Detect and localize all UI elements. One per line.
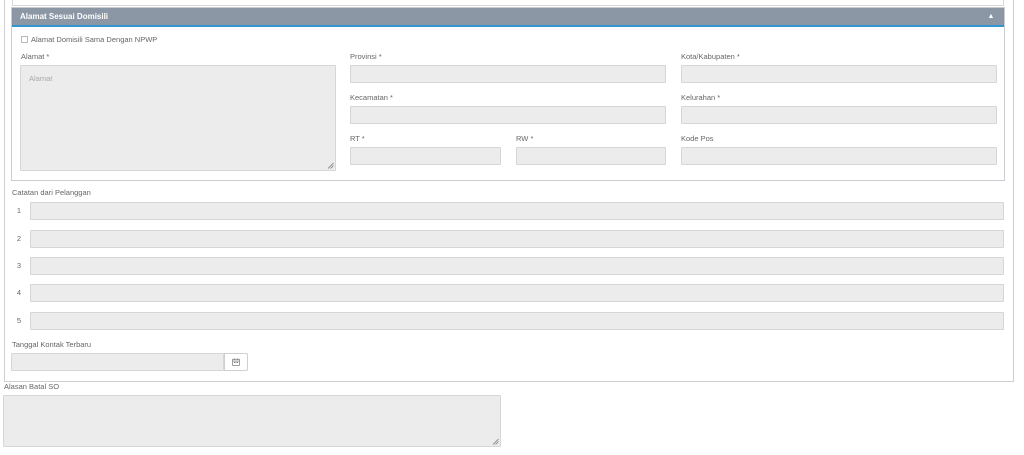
- province-select[interactable]: [350, 65, 666, 83]
- postal-code-input[interactable]: [681, 147, 997, 165]
- panel-header[interactable]: Alamat Sesuai Domisili ▲: [12, 8, 1004, 27]
- note-row-number: 2: [16, 234, 22, 243]
- last-contact-date-input[interactable]: [11, 353, 224, 371]
- district-select[interactable]: [350, 106, 666, 124]
- panel-title: Alamat Sesuai Domisili: [20, 12, 109, 21]
- customer-notes-label: Catatan dari Pelanggan: [12, 188, 91, 197]
- postal-code-label: Kode Pos: [681, 134, 714, 143]
- note-input-3[interactable]: [30, 257, 1004, 275]
- rw-label: RW *: [516, 134, 534, 143]
- city-label: Kota/Kabupaten *: [681, 52, 740, 61]
- district-label: Kecamatan *: [350, 93, 393, 102]
- rt-input[interactable]: [350, 147, 501, 165]
- note-row-number: 4: [16, 288, 22, 297]
- calendar-icon: [232, 358, 240, 366]
- same-as-npwp-label: Alamat Domisili Sama Dengan NPWP: [31, 35, 158, 44]
- subdistrict-label: Kelurahan *: [681, 93, 721, 102]
- subdistrict-select[interactable]: [681, 106, 997, 124]
- address-placeholder: Alamat: [29, 74, 53, 83]
- address-label: Alamat *: [21, 52, 50, 61]
- address-textarea[interactable]: Alamat: [20, 65, 336, 171]
- note-input-4[interactable]: [30, 284, 1004, 302]
- rt-label: RT *: [350, 134, 365, 143]
- note-input-5[interactable]: [30, 312, 1004, 330]
- previous-section-edge: [12, 0, 1004, 6]
- same-as-npwp-checkbox[interactable]: [21, 36, 28, 43]
- last-contact-label: Tanggal Kontak Terbaru: [12, 340, 92, 349]
- city-select[interactable]: [681, 65, 997, 83]
- note-row-number: 5: [16, 316, 22, 325]
- province-label: Provinsi *: [350, 52, 382, 61]
- rw-input[interactable]: [516, 147, 666, 165]
- resize-grip-icon[interactable]: [327, 162, 334, 169]
- note-input-2[interactable]: [30, 230, 1004, 248]
- chevron-up-icon[interactable]: ▲: [986, 12, 996, 22]
- note-row-number: 1: [16, 206, 22, 215]
- domicile-address-panel: Alamat Sesuai Domisili ▲ Alamat Domisili…: [11, 7, 1005, 181]
- resize-grip-icon[interactable]: [492, 438, 499, 445]
- note-row-number: 3: [16, 261, 22, 270]
- cancel-reason-label: Alasan Batal SO: [4, 382, 60, 391]
- note-input-1[interactable]: [30, 202, 1004, 220]
- calendar-button[interactable]: [224, 353, 248, 371]
- cancel-reason-textarea[interactable]: [3, 395, 501, 447]
